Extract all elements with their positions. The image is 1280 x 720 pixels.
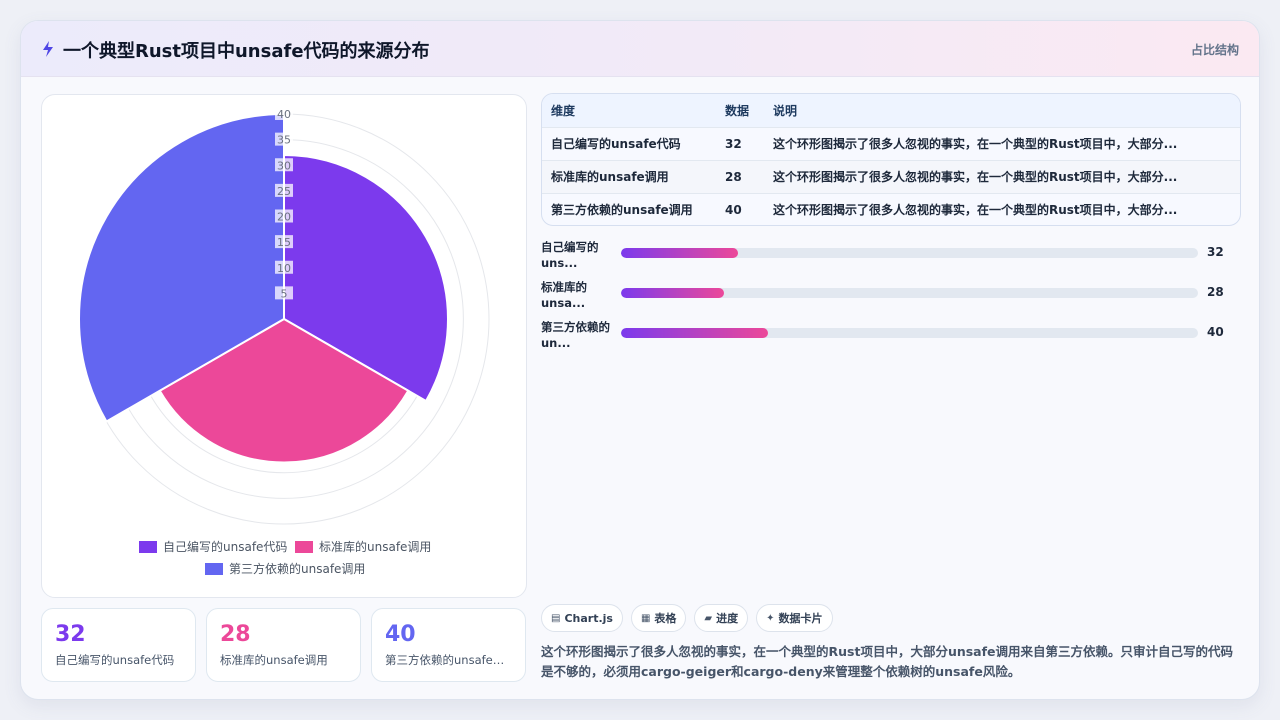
table-cell: 32: [716, 126, 764, 160]
legend-label[interactable]: 标准库的unsafe调用: [319, 539, 431, 554]
tick-label: 35: [277, 134, 291, 147]
progress-label: 标准库的unsa...: [541, 280, 587, 310]
chip-label: Chart.js: [564, 611, 613, 625]
table-icon: ▦: [640, 612, 651, 624]
table-cell: 28: [716, 159, 764, 193]
table-row: 自己编写的unsafe代码 32 这个环形图揭示了很多人忽视的事实，在一个典型的…: [542, 126, 1240, 160]
chart-icon: ▤: [551, 612, 561, 624]
chip-chartjs[interactable]: ▤ Chart.js: [541, 604, 623, 632]
chip-table[interactable]: ▦ 表格: [630, 604, 687, 632]
chip-label: 进度: [716, 612, 739, 625]
stat-value: 32: [55, 622, 86, 647]
table-cell: 第三方依赖的unsafe调用: [542, 192, 716, 225]
stat-card: 28 标准库的unsafe调用: [206, 608, 361, 682]
polar-area-chart: 40 35 30 25 20 15 10 5 自己编写的unsafe代码 标准库的unsafe调用…: [77, 107, 490, 576]
progress-fill: [621, 288, 724, 298]
legend-swatch[interactable]: [295, 541, 313, 553]
feature-chips: ▤ Chart.js ▦ 表格 ▰ 进度 ✦ 数据卡片: [541, 604, 833, 632]
table-cell: 40: [716, 192, 764, 225]
chip-progress[interactable]: ▰ 进度: [694, 604, 749, 632]
polar-chart-panel: 40 35 30 25 20 15 10 5 自己编写的unsafe代码 标准库的unsafe调用…: [41, 94, 527, 598]
lightning-icon: [43, 41, 53, 57]
table-header-row: 维度 数据 说明: [542, 94, 1240, 127]
progress-row: 自己编写的uns... 32: [541, 239, 1241, 270]
stat-value: 28: [220, 622, 251, 647]
tick-label: 15: [277, 236, 291, 249]
chip-label: 表格: [654, 612, 677, 625]
legend-swatch[interactable]: [205, 563, 223, 575]
progress-label: 第三方依赖的un...: [541, 320, 610, 350]
table-cell: 这个环形图揭示了很多人忽视的事实，在一个典型的Rust项目中，大部分...: [764, 126, 1240, 160]
card-header: 一个典型Rust项目中unsafe代码的来源分布 占比结构: [21, 21, 1259, 77]
chip-data-cards[interactable]: ✦ 数据卡片: [756, 604, 833, 632]
progress-icon: ▰: [704, 612, 713, 624]
stat-label: 自己编写的unsafe代码: [55, 653, 175, 667]
tick-label: 20: [277, 211, 291, 224]
progress-value: 28: [1207, 285, 1224, 299]
table-cell: 这个环形图揭示了很多人忽视的事实，在一个典型的Rust项目中，大部分...: [764, 159, 1240, 193]
description-note: 这个环形图揭示了很多人忽视的事实，在一个典型的Rust项目中，大部分unsafe…: [541, 644, 1234, 679]
table-cell: 这个环形图揭示了很多人忽视的事实，在一个典型的Rust项目中，大部分...: [764, 192, 1240, 225]
progress-fill: [621, 248, 739, 258]
stat-label: 第三方依赖的unsafe调用: [385, 653, 512, 667]
progress-row: 标准库的unsa... 28: [541, 279, 1241, 310]
progress-value: 32: [1207, 245, 1224, 259]
data-table: 维度 数据 说明 自己编写的unsafe代码 32 这个环形图揭示了很多人忽视的…: [541, 93, 1241, 226]
header-tag: 占比结构: [1190, 43, 1239, 57]
column-header-description: 说明: [764, 94, 1240, 127]
progress-track: [621, 288, 1198, 298]
legend-label[interactable]: 第三方依赖的unsafe调用: [229, 561, 365, 576]
dashboard-card: 一个典型Rust项目中unsafe代码的来源分布 占比结构 40 35 30 25 20…: [20, 20, 1260, 700]
progress-label: 自己编写的uns...: [541, 240, 599, 270]
tick-label: 30: [277, 159, 291, 172]
legend-swatch[interactable]: [139, 541, 157, 553]
stat-card: 32 自己编写的unsafe代码: [41, 608, 196, 682]
progress-row: 第三方依赖的un... 40: [541, 319, 1241, 350]
progress-track: [621, 328, 1198, 338]
stat-card: 40 第三方依赖的unsafe调用: [371, 608, 526, 682]
stat-value: 40: [385, 622, 416, 647]
tick-label: 25: [277, 185, 291, 198]
tick-label: 5: [281, 287, 288, 300]
table-cell: 自己编写的unsafe代码: [542, 126, 716, 160]
page-title: 一个典型Rust项目中unsafe代码的来源分布: [63, 41, 430, 62]
sparkle-icon: ✦: [766, 612, 775, 624]
progress-fill: [621, 328, 768, 338]
table-row: 第三方依赖的unsafe调用 40 这个环形图揭示了很多人忽视的事实，在一个典型…: [542, 192, 1240, 225]
chip-label: 数据卡片: [778, 612, 823, 625]
column-header-dimension: 维度: [542, 94, 716, 127]
table-cell: 标准库的unsafe调用: [542, 159, 716, 193]
stat-label: 标准库的unsafe调用: [220, 653, 328, 667]
column-header-value: 数据: [716, 94, 764, 127]
progress-value: 40: [1207, 325, 1224, 339]
progress-track: [621, 248, 1198, 258]
table-row: 标准库的unsafe调用 28 这个环形图揭示了很多人忽视的事实，在一个典型的R…: [542, 159, 1240, 193]
tick-label: 40: [277, 108, 291, 121]
tick-label: 10: [277, 262, 291, 275]
legend-label[interactable]: 自己编写的unsafe代码: [163, 539, 287, 554]
